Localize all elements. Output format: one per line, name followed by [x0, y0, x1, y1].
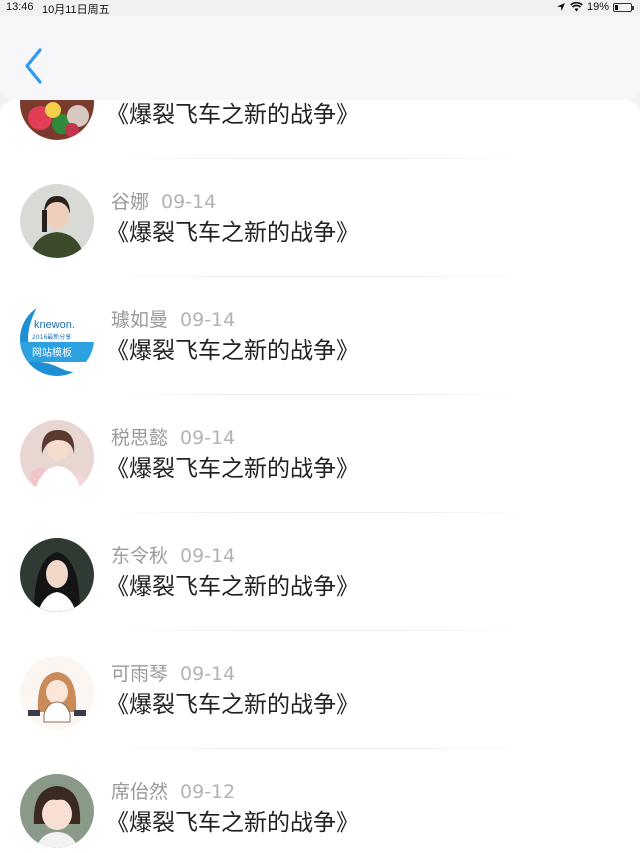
- message-date: 09-14: [161, 191, 217, 213]
- message-text: 《爆裂飞车之新的战争》: [106, 456, 359, 482]
- list-item[interactable]: 《爆裂飞车之新的战争》: [0, 100, 640, 159]
- avatar: [20, 420, 94, 494]
- status-bar: 13:46 10月11日周五 19%: [0, 0, 640, 16]
- message-text: 《爆裂飞车之新的战争》: [106, 692, 359, 718]
- sender-name-text: 席佁然: [111, 781, 169, 803]
- sender-name: 税思懿 09-14: [111, 423, 235, 450]
- status-right: 19%: [556, 1, 634, 13]
- sender-name-text: 璩如曼: [111, 309, 169, 331]
- list-item[interactable]: 东令秋 09-14 《爆裂飞车之新的战争》: [0, 513, 640, 631]
- wifi-icon: [570, 2, 583, 12]
- message-list: 《爆裂飞车之新的战争》 谷娜 09-14 《爆裂飞车之新的战争》 knewon.…: [0, 100, 640, 853]
- avatar-logo-line2: 2016最新分享: [32, 333, 71, 341]
- list-item[interactable]: 席佁然 09-12 《爆裂飞车之新的战争》: [0, 749, 640, 853]
- message-text: 《爆裂飞车之新的战争》: [106, 220, 359, 246]
- avatar: [20, 538, 94, 612]
- battery-icon: [613, 2, 634, 12]
- message-date: 09-14: [180, 309, 236, 331]
- sender-name-text: 可雨琴: [111, 663, 169, 685]
- sender-name: 席佁然 09-12: [111, 777, 235, 804]
- message-date: 09-14: [180, 427, 236, 449]
- avatar: knewon. 2016最新分享 网站模板: [20, 302, 94, 376]
- message-text: 《爆裂飞车之新的战争》: [106, 810, 359, 836]
- battery-percent: 19%: [586, 1, 609, 13]
- message-date: 09-14: [180, 545, 236, 567]
- avatar-logo-line3: 网站模板: [32, 346, 72, 359]
- nav-bar: [0, 16, 640, 100]
- sender-name-text: 谷娜: [111, 191, 150, 213]
- sender-name-text: 东令秋: [111, 545, 169, 567]
- list-item[interactable]: 税思懿 09-14 《爆裂飞车之新的战争》: [0, 395, 640, 513]
- sender-name: 谷娜 09-14: [111, 187, 216, 214]
- location-arrow-icon: [556, 3, 565, 11]
- message-text: 《爆裂飞车之新的战争》: [106, 102, 359, 128]
- status-date: 10月11日周五: [42, 4, 110, 16]
- message-text: 《爆裂飞车之新的战争》: [106, 574, 359, 600]
- list-item[interactable]: 可雨琴 09-14 《爆裂飞车之新的战争》: [0, 631, 640, 749]
- message-text: 《爆裂飞车之新的战争》: [106, 338, 359, 364]
- list-item[interactable]: 谷娜 09-14 《爆裂飞车之新的战争》: [0, 159, 640, 277]
- message-date: 09-12: [180, 781, 236, 803]
- sender-name-text: 税思懿: [111, 427, 169, 449]
- sender-name: 东令秋 09-14: [111, 541, 235, 568]
- avatar: [20, 100, 94, 140]
- avatar-logo-line1: knewon.: [34, 319, 75, 331]
- back-button[interactable]: [18, 46, 52, 86]
- battery-fill: [615, 4, 618, 10]
- status-time: 13:46: [6, 1, 34, 13]
- avatar: [20, 184, 94, 258]
- avatar: [20, 656, 94, 730]
- sender-name: 璩如曼 09-14: [111, 305, 235, 332]
- sender-name: 可雨琴 09-14: [111, 659, 235, 686]
- avatar: [20, 774, 94, 848]
- message-date: 09-14: [180, 663, 236, 685]
- chevron-left-icon: [25, 48, 42, 84]
- list-item[interactable]: knewon. 2016最新分享 网站模板 璩如曼 09-14 《爆裂飞车之新的战…: [0, 277, 640, 395]
